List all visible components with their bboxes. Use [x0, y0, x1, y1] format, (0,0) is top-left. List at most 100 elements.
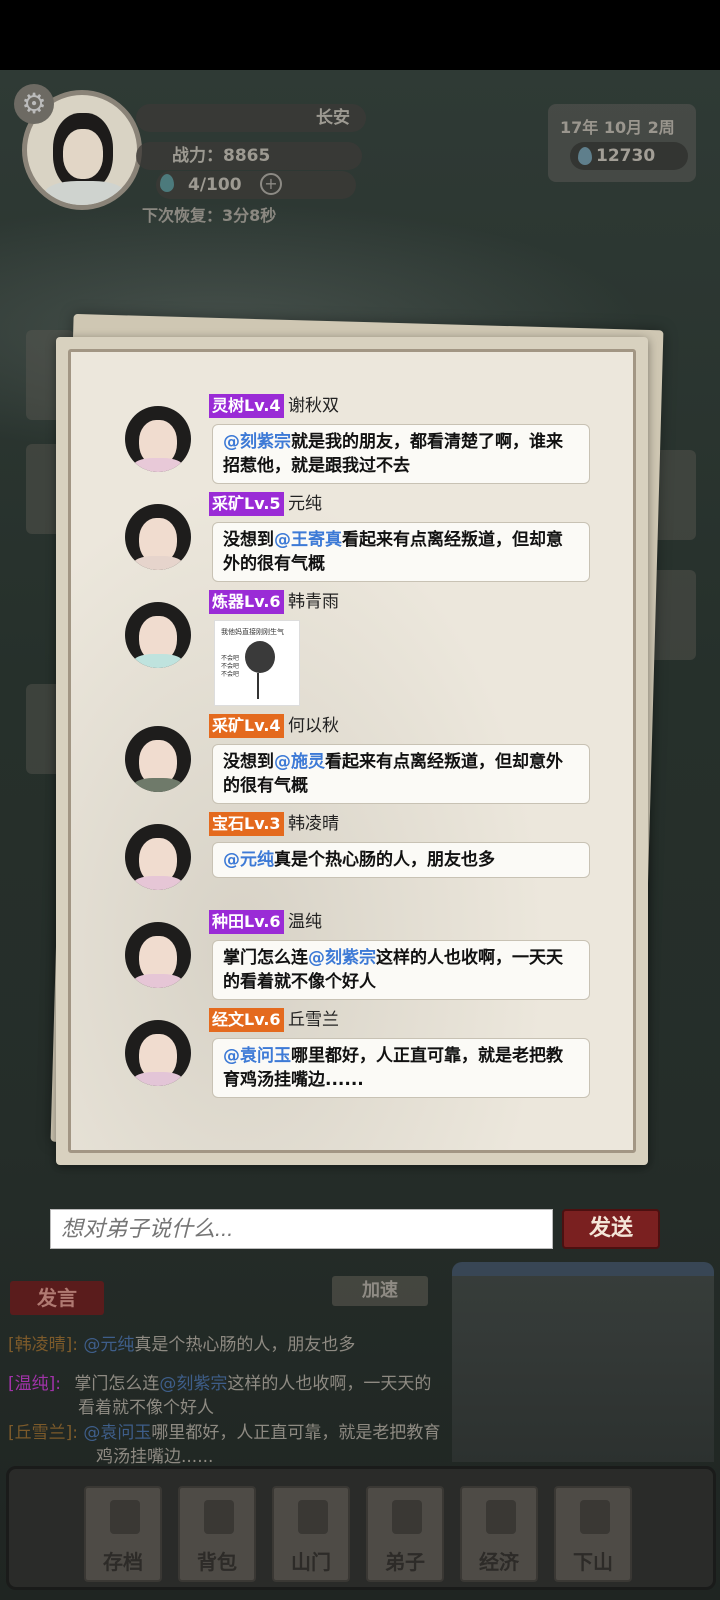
message-bubble: @元纯真是个热心肠的人，朋友也多 [212, 842, 590, 878]
log-text: 哪里都好，人正直可靠，就是老把教育 [151, 1423, 441, 1443]
sticker-face [245, 641, 275, 673]
disciple-name: 丘雪兰 [288, 1010, 339, 1030]
recover-timer: 下次恢复：3分8秒 [142, 206, 277, 225]
combat-power: 战力：8865 [136, 142, 362, 170]
location-label: 长安 [136, 104, 366, 132]
gate-icon [298, 1500, 328, 1534]
chat-input[interactable] [50, 1209, 553, 1249]
disciple-name: 元纯 [288, 494, 322, 514]
sect-gate-building[interactable] [452, 1262, 714, 1462]
speak-button[interactable]: 发言 [10, 1281, 104, 1315]
mention-link[interactable]: @王寄真 [274, 530, 342, 550]
message-bubble: 没想到@施灵看起来有点离经叛道，但却意外的很有气概 [212, 744, 590, 804]
avatar-robe [133, 556, 183, 570]
mountain-icon [580, 1500, 610, 1534]
send-button[interactable]: 发送 [562, 1209, 660, 1249]
stamina-text: 4/100 [188, 175, 242, 195]
combat-power-text: 战力：8865 [172, 146, 271, 166]
skill-level-tag: 宝石Lv.3 [209, 812, 284, 836]
chat-log-line: [温纯]: 掌门怎么连@刻紫宗这样的人也收啊，一天天的 [8, 1372, 431, 1396]
log-speaker: [温纯]: [8, 1374, 61, 1394]
disciple-avatar[interactable] [125, 406, 191, 472]
avatar-face [63, 129, 103, 179]
status-bar [0, 0, 720, 70]
message-bubble: 没想到@王寄真看起来有点离经叛道，但却意外的很有气概 [212, 522, 590, 582]
message-prefix: 没想到 [223, 530, 274, 550]
bag-icon [204, 1500, 234, 1534]
message-text: 真是个热心肠的人，朋友也多 [274, 850, 495, 870]
nav-sect-button[interactable]: 山门 [272, 1486, 350, 1582]
message-bubble: @袁问玉哪里都好，人正直可靠，就是老把教育鸡汤挂嘴边...... [212, 1038, 590, 1098]
disciple-name: 谢秋双 [288, 396, 339, 416]
nav-label: 弟子 [385, 1550, 425, 1574]
chat-list[interactable]: 灵树Lv.4 谢秋双 @刻紫宗就是我的朋友，都看清楚了啊，谁来招惹他，就是跟我过… [68, 349, 636, 1153]
log-mention: @刻紫宗 [159, 1374, 228, 1394]
spirit-stone-icon [578, 147, 592, 165]
sticker-caption: 我他妈直接刚刚生气 [221, 628, 284, 636]
disciple-avatar[interactable] [125, 726, 191, 792]
avatar-robe [133, 876, 183, 890]
disciple-avatar[interactable] [125, 1020, 191, 1086]
disciple-name: 韩青雨 [288, 592, 339, 612]
nav-bag-button[interactable]: 背包 [178, 1486, 256, 1582]
avatar-robe [133, 974, 183, 988]
disciple-avatar[interactable] [125, 824, 191, 890]
disciple-avatar[interactable] [125, 504, 191, 570]
scroll-icon [110, 1500, 140, 1534]
avatar-robe [133, 1072, 183, 1086]
mention-link[interactable]: @刻紫宗 [223, 432, 291, 452]
mention-link[interactable]: @施灵 [274, 752, 325, 772]
chat-log-continuation: 看着就不像个好人 [78, 1398, 214, 1418]
disciple-icon [392, 1500, 422, 1534]
nav-label: 下山 [573, 1550, 613, 1574]
disciple-name: 何以秋 [288, 716, 339, 736]
nav-save-button[interactable]: 存档 [84, 1486, 162, 1582]
chat-log-line: [韩凌晴]: @元纯真是个热心肠的人，朋友也多 [8, 1333, 355, 1357]
sticker-image[interactable]: 我他妈直接刚刚生气 不会吧 不会吧 不会吧 [214, 620, 300, 706]
disciple-name: 温纯 [288, 912, 322, 932]
log-speaker: [丘雪兰]: [8, 1423, 78, 1443]
sticker-body [257, 673, 259, 699]
log-text: 真是个热心肠的人，朋友也多 [134, 1335, 356, 1355]
nav-label: 经济 [479, 1550, 519, 1574]
log-text: 掌门怎么连 [74, 1374, 160, 1394]
sticker-side-text: 不会吧 不会吧 不会吧 [221, 655, 240, 678]
mention-link[interactable]: @袁问玉 [223, 1046, 291, 1066]
message-prefix: 掌门怎么连 [223, 948, 308, 968]
add-stamina-icon[interactable]: + [260, 173, 282, 195]
message-bubble: 掌门怎么连@刻紫宗这样的人也收啊，一天天的看着就不像个好人 [212, 940, 590, 1000]
disciple-avatar[interactable] [125, 922, 191, 988]
skill-level-tag: 炼器Lv.6 [209, 590, 284, 614]
avatar-robe [133, 458, 183, 472]
log-speaker: [韩凌晴]: [8, 1335, 78, 1355]
skill-level-tag: 灵树Lv.4 [209, 394, 284, 418]
chat-log-line: [丘雪兰]: @袁问玉哪里都好，人正直可靠，就是老把教育 [8, 1421, 440, 1445]
stamina-bar: 4/100 [156, 171, 356, 199]
nav-disciples-button[interactable]: 弟子 [366, 1486, 444, 1582]
disciple-avatar[interactable] [125, 602, 191, 668]
game-date: 17年 10月 2周 [560, 118, 675, 137]
nav-label: 山门 [291, 1550, 331, 1574]
log-mention: @元纯 [83, 1335, 135, 1355]
log-mention: @袁问玉 [83, 1423, 152, 1443]
message-prefix: 没想到 [223, 752, 274, 772]
avatar-robe [133, 654, 183, 668]
speed-up-button[interactable]: 加速 [332, 1276, 428, 1306]
nav-label: 背包 [197, 1550, 237, 1574]
skill-level-tag: 经文Lv.6 [209, 1008, 284, 1032]
gear-icon[interactable]: ⚙ [14, 84, 54, 124]
mention-link[interactable]: @元纯 [223, 850, 274, 870]
stamina-icon [160, 174, 174, 192]
disciple-name: 韩凌晴 [288, 814, 339, 834]
mention-link[interactable]: @刻紫宗 [308, 948, 376, 968]
chat-panel: 灵树Lv.4 谢秋双 @刻紫宗就是我的朋友，都看清楚了啊，谁来招惹他，就是跟我过… [56, 337, 648, 1165]
nav-label: 存档 [103, 1550, 143, 1574]
nav-descend-button[interactable]: 下山 [554, 1486, 632, 1582]
log-text-2: 这样的人也收啊，一天天的 [227, 1374, 432, 1394]
avatar-robe [133, 778, 183, 792]
message-bubble: @刻紫宗就是我的朋友，都看清楚了啊，谁来招惹他，就是跟我过不去 [212, 424, 590, 484]
nav-economy-button[interactable]: 经济 [460, 1486, 538, 1582]
skill-level-tag: 采矿Lv.5 [209, 492, 284, 516]
skill-level-tag: 种田Lv.6 [209, 910, 284, 934]
economy-icon [486, 1500, 516, 1534]
